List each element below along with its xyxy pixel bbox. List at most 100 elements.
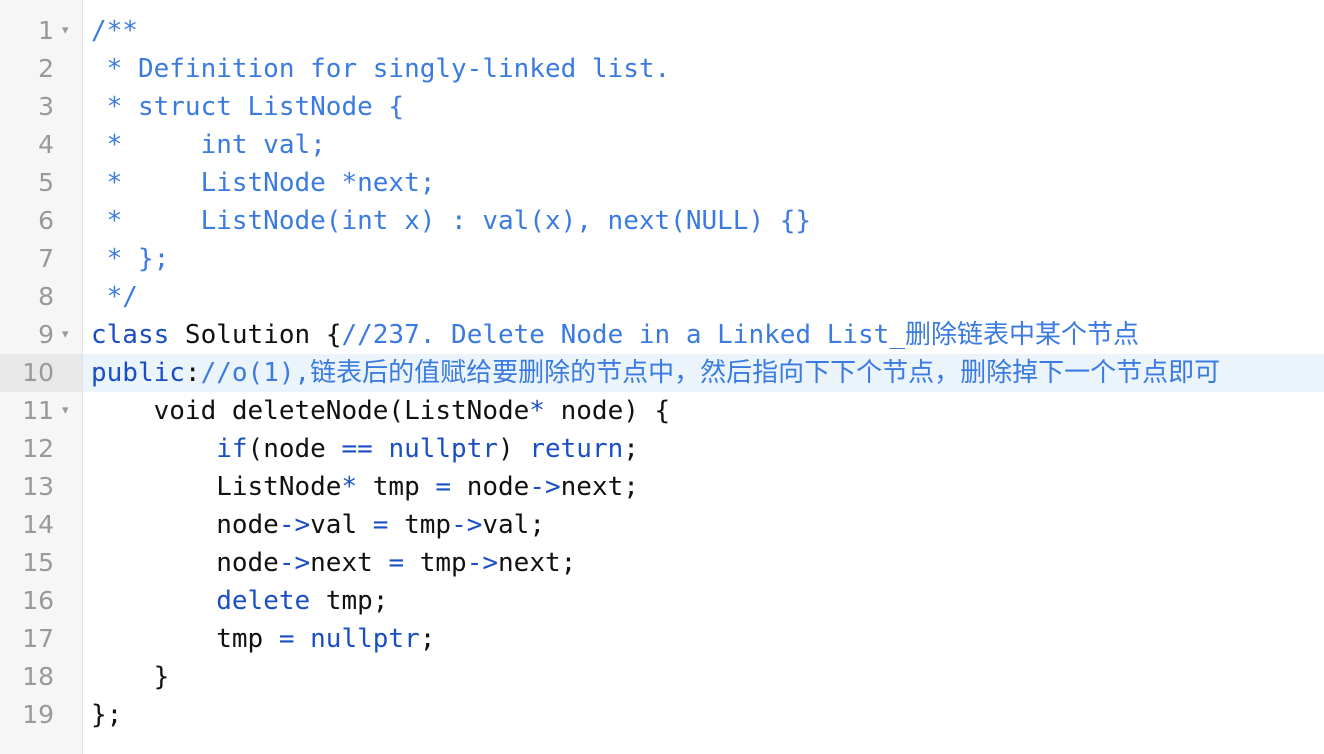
code-token: ; — [623, 434, 639, 464]
code-line[interactable]: public://o(1),链表后的值赋给要删除的节点中，然后指向下下个节点，删… — [83, 354, 1220, 392]
line-number: 15 — [22, 548, 54, 577]
code-token: public — [91, 358, 185, 388]
line-number: 13 — [22, 472, 54, 501]
code-line[interactable]: * ListNode *next; — [83, 164, 436, 202]
code-token: = — [372, 510, 389, 540]
code-token: * — [529, 396, 545, 426]
code-token: //237. Delete Node in a Linked List_删除链表… — [341, 320, 1139, 350]
code-token: next; — [498, 548, 577, 578]
code-token: ) — [498, 434, 530, 464]
code-token: delete — [216, 586, 311, 616]
code-token: nullptr — [388, 434, 499, 464]
code-line[interactable]: void deleteNode(ListNode* node) { — [83, 392, 671, 430]
code-token: (node — [247, 434, 342, 464]
line-number: 3 — [38, 92, 54, 121]
code-token: ; — [419, 624, 436, 654]
line-number: 4 — [38, 130, 54, 159]
line-number: 6 — [38, 206, 54, 235]
code-token: void deleteNode(ListNode — [91, 396, 530, 426]
code-editor[interactable]: /** * Definition for singly-linked list.… — [0, 0, 1324, 754]
code-token: -> — [278, 548, 311, 578]
code-token: * struct ListNode { — [91, 92, 405, 122]
fold-toggle-icon[interactable]: ▾ — [62, 12, 69, 50]
code-line[interactable]: }; — [83, 696, 122, 734]
code-token: = — [278, 624, 295, 654]
code-token: * — [341, 472, 358, 502]
code-token: val — [310, 510, 373, 540]
code-token: * int val; — [91, 130, 326, 160]
code-token: node — [451, 472, 530, 502]
line-number: 9 — [38, 320, 54, 349]
code-token: * ListNode(int x) : val(x), next(NULL) {… — [91, 206, 812, 236]
code-token: = — [388, 548, 405, 578]
line-number: 17 — [22, 624, 54, 653]
line-number: 7 — [38, 244, 54, 273]
code-line[interactable]: * ListNode(int x) : val(x), next(NULL) {… — [83, 202, 811, 240]
code-token: -> — [466, 548, 499, 578]
line-number: 8 — [38, 282, 54, 311]
code-line[interactable]: * }; — [83, 240, 170, 278]
line-number: 10 — [22, 358, 54, 387]
code-token: tmp — [388, 510, 452, 540]
line-number: 5 — [38, 168, 54, 197]
code-line[interactable]: node->next = tmp->next; — [83, 544, 576, 582]
code-token: : — [184, 358, 201, 388]
code-line[interactable]: * int val; — [83, 126, 326, 164]
code-line[interactable]: ListNode* tmp = node->next; — [83, 468, 639, 506]
code-token: /** — [91, 16, 138, 46]
code-token: node — [91, 510, 279, 540]
code-token: class — [91, 320, 170, 350]
code-token: return — [529, 434, 624, 464]
code-token: next; — [560, 472, 639, 502]
code-text-area[interactable]: /** * Definition for singly-linked list.… — [83, 0, 1324, 754]
code-token: -> — [451, 510, 483, 540]
code-line[interactable]: } — [83, 658, 170, 696]
line-number: 2 — [38, 54, 54, 83]
code-token: * }; — [91, 244, 170, 274]
code-token: next — [310, 548, 389, 578]
code-line[interactable]: node->val = tmp->val; — [83, 506, 545, 544]
code-token: * ListNode *next; — [91, 168, 436, 198]
code-line[interactable]: * struct ListNode { — [83, 88, 404, 126]
line-number: 14 — [22, 510, 54, 539]
code-token: if — [216, 434, 248, 464]
code-token: node — [91, 548, 279, 578]
code-token: = — [435, 472, 452, 502]
code-token: Solution { — [169, 320, 342, 350]
code-token: tmp — [91, 624, 279, 654]
line-number: 12 — [22, 434, 54, 463]
code-token: -> — [278, 510, 311, 540]
line-number: 16 — [22, 586, 54, 615]
code-token: ListNode — [91, 472, 342, 502]
code-line[interactable]: delete tmp; — [83, 582, 388, 620]
line-number: 1 — [38, 16, 54, 45]
code-token: tmp — [404, 548, 467, 578]
fold-toggle-icon[interactable]: ▾ — [62, 316, 69, 354]
code-token: */ — [91, 282, 138, 312]
line-number: 19 — [22, 700, 54, 729]
code-token: == — [341, 434, 373, 464]
code-token: val; — [482, 510, 545, 540]
fold-toggle-icon[interactable]: ▾ — [62, 392, 69, 430]
code-token: node) { — [544, 396, 671, 426]
line-number: 11 — [22, 396, 54, 425]
code-line[interactable]: */ — [83, 278, 138, 316]
code-token: tmp; — [310, 586, 389, 616]
line-number: 18 — [22, 662, 54, 691]
code-token: //o(1),链表后的值赋给要删除的节点中，然后指向下下个节点，删除掉下一个节点… — [200, 358, 1221, 388]
code-token: * Definition for singly-linked list. — [91, 54, 671, 84]
code-token: }; — [91, 700, 123, 730]
code-line[interactable]: if(node == nullptr) return; — [83, 430, 639, 468]
code-line[interactable]: /** — [83, 12, 138, 50]
code-line[interactable]: tmp = nullptr; — [83, 620, 435, 658]
code-token: -> — [529, 472, 561, 502]
code-line[interactable]: class Solution {//237. Delete Node in a … — [83, 316, 1139, 354]
code-line[interactable]: * Definition for singly-linked list. — [83, 50, 671, 88]
code-token: nullptr — [310, 624, 420, 654]
code-token: tmp — [357, 472, 436, 502]
code-token: } — [91, 662, 170, 692]
